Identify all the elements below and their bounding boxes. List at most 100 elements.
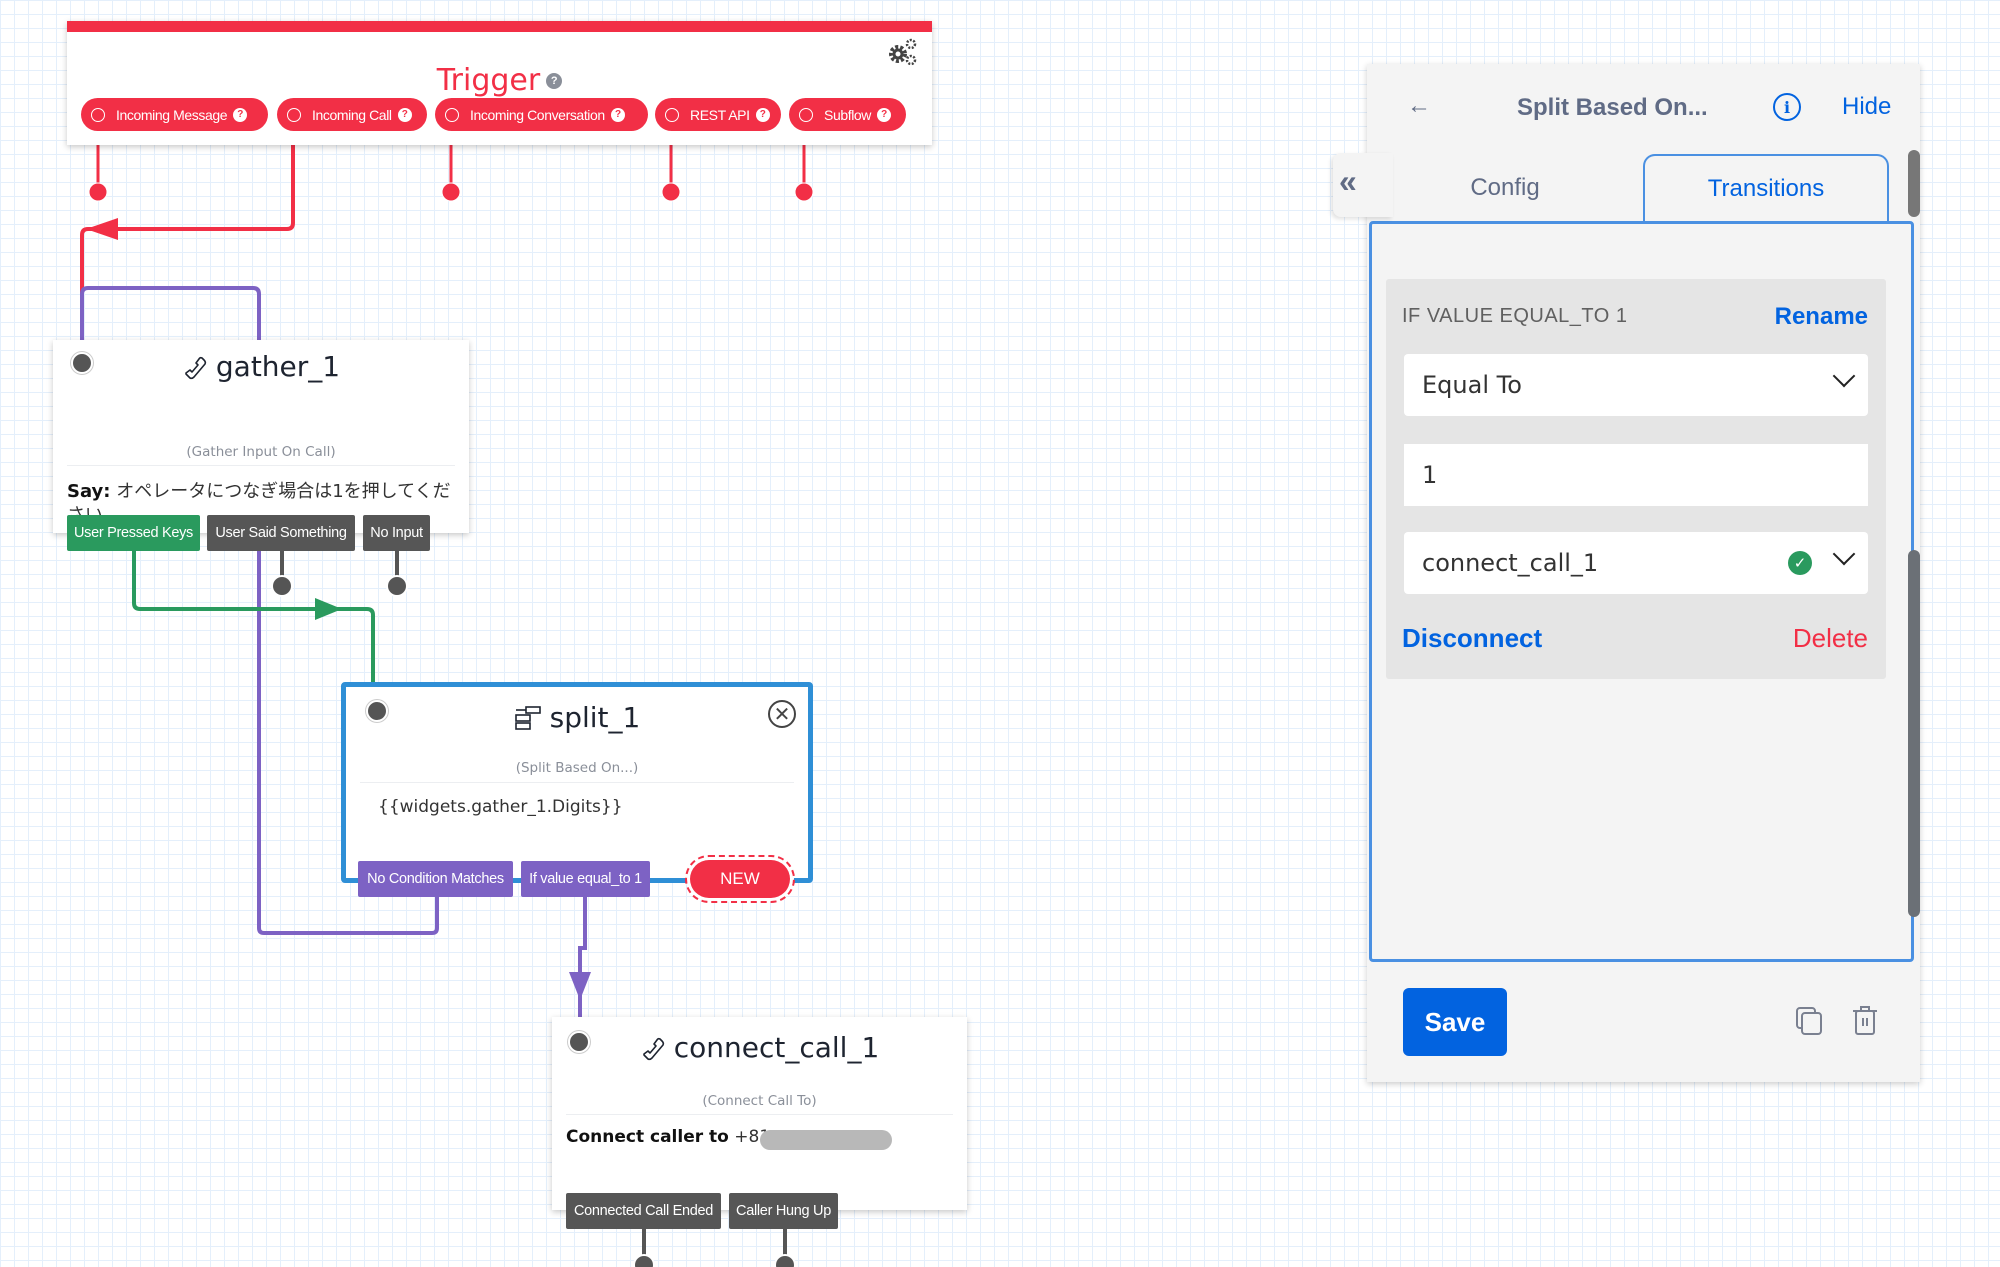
say-label: Say: xyxy=(67,481,111,502)
widget-gather-1[interactable]: gather_1 (Gather Input On Call) Say: オペレ… xyxy=(53,340,469,533)
transition-caller-hung-up[interactable]: Caller Hung Up xyxy=(729,1193,838,1229)
trigger-top-bar xyxy=(67,21,932,32)
divider xyxy=(67,465,455,466)
wire-user-pressed-keys xyxy=(132,551,375,683)
transition-connected-call-ended[interactable]: Connected Call Ended xyxy=(566,1193,721,1229)
question-circle-icon[interactable]: ? xyxy=(546,72,563,89)
panel-header: ← Split Based On... i Hide xyxy=(1367,64,1920,154)
divider xyxy=(566,1114,953,1115)
transition-card: IF VALUE EQUAL_TO 1 Rename Equal To 1 co… xyxy=(1386,279,1886,679)
trigger-pill-incoming-call[interactable]: Incoming Call ? xyxy=(277,98,427,131)
widget-name: connect_call_1 xyxy=(673,1031,880,1064)
panel-scrollbar[interactable] xyxy=(1908,550,1920,917)
radio-ring-icon xyxy=(665,107,679,122)
widget-body: {{widgets.gather_1.Digits}} xyxy=(378,797,623,817)
tab-transitions[interactable]: Transitions xyxy=(1643,154,1889,222)
widget-title: gather_1 xyxy=(53,350,469,383)
trigger-pill-incoming-message[interactable]: Incoming Message ? xyxy=(81,98,268,131)
phone-icon xyxy=(185,356,207,379)
trigger-pill-incoming-conversation[interactable]: Incoming Conversation ? xyxy=(435,98,648,131)
pill-label: Incoming Message xyxy=(116,106,228,123)
transition-name: IF VALUE EQUAL_TO 1 xyxy=(1402,305,1628,327)
radio-ring-icon xyxy=(91,107,105,122)
destination-select[interactable]: connect_call_1 ✓ xyxy=(1404,532,1868,594)
transition-no-condition-matches[interactable]: No Condition Matches xyxy=(358,861,513,897)
tabs-scrollbar[interactable] xyxy=(1908,150,1920,217)
trigger-pill-rest-api[interactable]: REST API ? xyxy=(655,98,781,131)
divider xyxy=(360,782,794,783)
destination-value: connect_call_1 xyxy=(1422,549,1599,577)
chevron-down-icon xyxy=(1832,364,1856,388)
question-circle-icon[interactable]: ? xyxy=(877,107,892,122)
endpoint-incoming-conversation xyxy=(441,182,461,202)
new-transition-button[interactable]: NEW xyxy=(685,855,795,903)
widget-split-1[interactable]: split_1 (Split Based On...) {{widgets.ga… xyxy=(341,682,813,883)
question-circle-icon[interactable]: ? xyxy=(397,107,412,122)
wire-incoming-call xyxy=(80,131,295,340)
arrow-user-pressed-keys xyxy=(315,598,342,620)
widget-type: (Split Based On...) xyxy=(515,760,639,776)
transition-user-said-something[interactable]: User Said Something xyxy=(207,515,355,551)
trigger-title-text: Trigger xyxy=(436,63,541,98)
widget-title: connect_call_1 xyxy=(552,1031,967,1064)
trigger-pill-subflow[interactable]: Subflow ? xyxy=(789,98,906,131)
trigger-widget[interactable]: Trigger ? Incoming Message ? Incoming Ca… xyxy=(67,21,932,145)
widget-type: (Connect Call To) xyxy=(702,1093,817,1109)
info-icon[interactable]: i xyxy=(1773,93,1801,121)
double-chevron-left-icon: « xyxy=(1339,163,1357,199)
transition-if-value-equal-to-1[interactable]: If value equal_to 1 xyxy=(521,861,650,897)
operator-value: Equal To xyxy=(1422,371,1522,399)
disconnect-button[interactable]: Disconnect xyxy=(1402,623,1542,654)
duplicate-icon[interactable] xyxy=(1795,1006,1823,1036)
operator-select[interactable]: Equal To xyxy=(1404,354,1868,416)
widget-title: split_1 xyxy=(346,701,808,734)
transition-user-pressed-keys[interactable]: User Pressed Keys xyxy=(67,515,200,551)
trigger-title: Trigger ? xyxy=(67,63,932,98)
pill-label: Incoming Call xyxy=(312,106,392,123)
radio-ring-icon xyxy=(287,107,301,122)
split-icon xyxy=(514,705,541,730)
question-circle-icon[interactable]: ? xyxy=(233,107,248,122)
widget-connect-call-1[interactable]: connect_call_1 (Connect Call To) Connect… xyxy=(552,1017,967,1210)
widget-name: split_1 xyxy=(549,701,641,734)
close-icon[interactable]: ✕ xyxy=(768,700,796,728)
endpoint-user-said-something xyxy=(271,575,293,597)
radio-ring-icon xyxy=(445,107,459,122)
delete-transition-button[interactable]: Delete xyxy=(1793,623,1868,654)
phone-icon xyxy=(642,1037,664,1060)
transitions-tab-content: IF VALUE EQUAL_TO 1 Rename Equal To 1 co… xyxy=(1369,221,1914,962)
panel-title: Split Based On... xyxy=(1517,94,1708,121)
endpoint-rest-api xyxy=(661,182,681,202)
question-circle-icon[interactable]: ? xyxy=(755,107,770,122)
chevron-down-icon xyxy=(1832,542,1856,566)
connect-label: Connect caller to xyxy=(566,1127,729,1147)
pill-label: REST API xyxy=(690,106,750,123)
endpoint-subflow xyxy=(794,182,814,202)
widget-type: (Gather Input On Call) xyxy=(186,444,336,460)
inspector-panel: ← Split Based On... i Hide Config Transi… xyxy=(1367,64,1920,1082)
arrow-if-value-equal-to-1 xyxy=(569,972,591,1000)
hide-panel-button[interactable]: Hide xyxy=(1842,93,1891,121)
redacted-phone-number xyxy=(760,1130,892,1150)
gears-icon[interactable] xyxy=(886,37,918,67)
rename-button[interactable]: Rename xyxy=(1775,303,1868,331)
endpoint-caller-hung-up xyxy=(774,1254,796,1267)
back-arrow-icon[interactable]: ← xyxy=(1407,92,1431,120)
question-circle-icon[interactable]: ? xyxy=(610,107,625,122)
tab-config[interactable]: Config xyxy=(1367,154,1643,222)
collapse-panel-button[interactable]: « xyxy=(1333,153,1393,217)
pill-label: Subflow xyxy=(824,106,872,123)
arrow-incoming-call xyxy=(86,218,118,240)
endpoint-connected-call-ended xyxy=(633,1254,655,1267)
save-button[interactable]: Save xyxy=(1403,988,1507,1056)
check-circle-icon: ✓ xyxy=(1788,551,1812,575)
pill-label: Incoming Conversation xyxy=(470,106,605,123)
radio-ring-icon xyxy=(799,107,813,122)
endpoint-incoming-message xyxy=(88,182,108,202)
wire-if-value-equal-to-1 xyxy=(578,896,587,1017)
transition-no-input[interactable]: No Input xyxy=(363,515,430,551)
endpoint-no-input xyxy=(386,575,408,597)
value-input[interactable]: 1 xyxy=(1404,444,1868,506)
trash-icon[interactable] xyxy=(1851,1004,1879,1036)
widget-name: gather_1 xyxy=(215,350,341,383)
